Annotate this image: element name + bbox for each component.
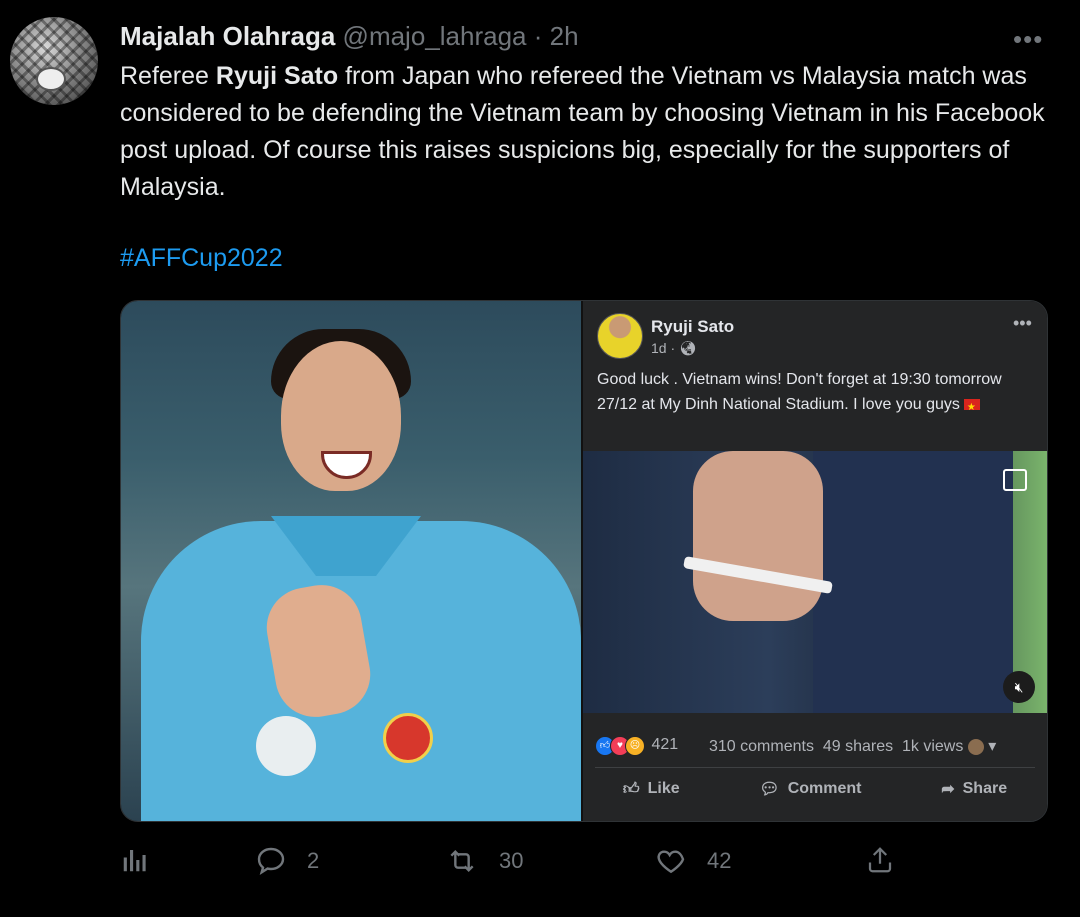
author-avatar[interactable] (10, 17, 98, 105)
comment-bubble-icon: 💬︎ (759, 781, 780, 798)
fb-comment-label: Comment (787, 780, 862, 797)
like-count: 42 (707, 848, 732, 873)
share-button[interactable] (865, 845, 895, 875)
referee-photo[interactable] (121, 301, 581, 821)
fb-like-label: Like (647, 780, 680, 797)
fb-avatar (597, 313, 643, 359)
share-arrow-icon: ➦ (941, 781, 955, 798)
fb-post-meta: 1d · 🌏︎ (651, 340, 697, 357)
chevron-down-icon: ▾ (988, 738, 997, 755)
fb-shares-count: 49 shares (822, 738, 894, 755)
author-name[interactable]: Majalah Olahraga (120, 21, 335, 51)
fb-comments-count: 310 comments (709, 738, 814, 755)
tweet-timestamp[interactable]: 2h (550, 21, 579, 51)
heart-icon (657, 850, 685, 874)
fb-divider (595, 767, 1035, 768)
fb-actions: 👍︎ Like 💬︎ Comment ➦ Share (583, 779, 1047, 799)
reply-button[interactable]: 2 (255, 845, 319, 877)
hashtag-link[interactable]: #AFFCup2022 (120, 240, 283, 277)
vietnam-flag-icon (963, 395, 980, 420)
retweet-icon (450, 849, 474, 873)
video-pants (813, 451, 1013, 713)
tweet-text: Referee Ryuji Sato from Japan who refere… (120, 58, 1050, 206)
reply-count: 2 (307, 848, 320, 873)
reply-icon (257, 847, 285, 876)
globe-icon: 🌏︎ (679, 340, 697, 356)
fb-more-icon: ••• (1013, 313, 1032, 333)
fifa-badge-icon (256, 716, 316, 776)
analytics-button[interactable] (120, 845, 150, 875)
fb-engagement: 310 comments 49 shares 1k views ▾ (709, 736, 996, 756)
mute-icon: 🔇︎ (1003, 671, 1035, 703)
fb-share-label: Share (962, 780, 1008, 797)
fb-stats: 👍︎ ♥ ☹ 421 310 comments 49 shares 1k vie… (595, 736, 1035, 756)
reaction-count: 421 (651, 736, 679, 754)
share-icon (868, 847, 892, 873)
fb-post-text-body: Good luck . Vietnam wins! Don't forget a… (597, 371, 1002, 413)
like-button[interactable]: 42 (655, 845, 731, 877)
fb-comment-action: 💬︎ Comment (759, 779, 861, 799)
multi-media-icon (1003, 469, 1027, 491)
vff-badge-icon (383, 713, 433, 763)
fb-like-action: 👍︎ Like (623, 779, 680, 799)
tweet-media[interactable]: Ryuji Sato 1d · 🌏︎ ••• Good luck . Vietn… (120, 300, 1048, 822)
tweet-text-part1: Referee (120, 62, 216, 90)
tweet-action-bar: 2 30 42 (120, 845, 920, 881)
retweet-button[interactable]: 30 (445, 845, 523, 877)
fb-views-count: 1k views (901, 738, 964, 755)
fb-post-time: 1d · (651, 340, 676, 356)
facebook-post-screenshot[interactable]: Ryuji Sato 1d · 🌏︎ ••• Good luck . Vietn… (583, 301, 1047, 821)
fb-post-text: Good luck . Vietnam wins! Don't forget a… (597, 367, 1037, 420)
author-handle[interactable]: @majo_lahraga (343, 21, 527, 51)
video-hand (693, 451, 823, 621)
analytics-icon (123, 850, 146, 872)
header-separator: · (533, 21, 543, 51)
angry-reaction-icon: ☹ (625, 736, 645, 756)
reaction-icons: 👍︎ ♥ ☹ (595, 736, 647, 756)
fb-video: 🔇︎ (583, 451, 1047, 713)
tweet-text-bold: Ryuji Sato (215, 62, 339, 90)
fb-share-action: ➦ Share (941, 779, 1007, 799)
retweet-count: 30 (499, 848, 524, 873)
audience-avatar-icon (967, 738, 984, 755)
thumbs-up-icon: 👍︎ (622, 780, 640, 798)
avatar-pattern (10, 17, 98, 105)
avatar-ball-graphic (36, 67, 66, 91)
tweet-header: Majalah Olahraga @majo_lahraga · 2h (120, 20, 579, 52)
more-options-icon[interactable]: ••• (1013, 24, 1043, 55)
fb-author-name: Ryuji Sato (651, 317, 735, 336)
